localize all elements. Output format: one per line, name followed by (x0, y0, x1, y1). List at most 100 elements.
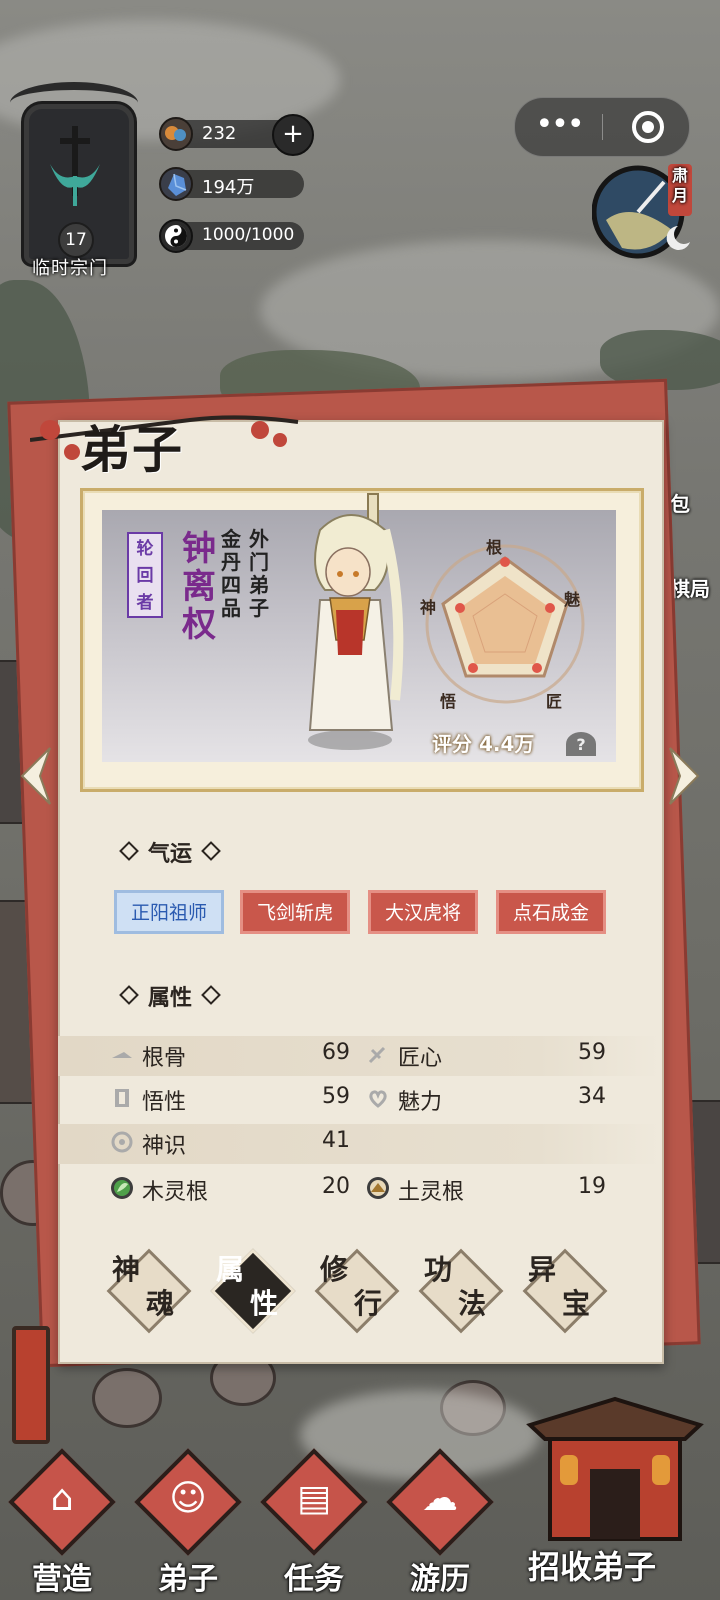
tab-label: 神 (112, 1253, 141, 1286)
luck-header-label: 气运 (148, 842, 193, 867)
gate-icon (526, 1396, 704, 1541)
disciple-name: 钟离权 (182, 529, 216, 645)
cloud-icon: ☁ (422, 1478, 458, 1519)
diamond-bullet-icon (119, 985, 139, 1005)
add-resource-button[interactable]: + (272, 114, 314, 156)
resource-qi-value: 1000/1000 (202, 225, 295, 245)
sect-level: 17 (58, 222, 94, 258)
attribute-earth-root: 土灵根 19 (366, 1174, 606, 1205)
resource-qi[interactable]: 1000/1000 (159, 219, 304, 253)
spirit-stone-icon (159, 167, 193, 201)
nav-disciples[interactable]: ☺ 弟子 (134, 1448, 242, 1597)
attribute-name: 根骨 (142, 1046, 187, 1071)
attribute-name: 神识 (142, 1134, 187, 1159)
nav-build[interactable]: ⌂ 营造 (8, 1448, 116, 1597)
nav-label: 弟子 (158, 1562, 218, 1597)
panel-title: 弟子 (80, 420, 184, 479)
tab-treasures[interactable]: 异宝 (522, 1248, 608, 1334)
nav-tasks[interactable]: ▤ 任务 (260, 1448, 368, 1597)
radar-label-spirit: 神 (420, 598, 437, 617)
next-disciple-arrow-icon[interactable] (666, 744, 704, 808)
radar-label-craft: 匠 (546, 692, 563, 711)
luck-tag[interactable]: 大汉虎将 (368, 890, 478, 934)
scroll-decoration (12, 1326, 50, 1444)
attribute-name: 悟性 (142, 1090, 187, 1115)
radar-label-insight: 悟 (440, 692, 457, 711)
tab-label: 宝 (562, 1287, 591, 1320)
nav-label: 游历 (410, 1562, 470, 1597)
disciple-portrait (308, 493, 404, 750)
attribute-name: 匠心 (398, 1046, 443, 1071)
earth-root-icon (367, 1177, 389, 1199)
attribute-value: 19 (578, 1174, 606, 1199)
resource-stone-value: 194万 (202, 177, 255, 198)
radar-label-charm: 魅 (564, 590, 581, 609)
attribute-wood-root: 木灵根 20 (110, 1174, 350, 1205)
nav-label: 营造 (32, 1562, 92, 1597)
attribute-value: 69 (322, 1040, 350, 1065)
attribute-craft: 匠心 59 (366, 1040, 606, 1071)
moon-label: 肃月 (672, 166, 689, 205)
sword-emblem-icon (50, 126, 100, 206)
craft-icon (368, 1046, 386, 1064)
attribute-charm: 魅力 34 (366, 1084, 606, 1115)
moon-dial[interactable]: 肃月 (591, 160, 696, 264)
attribute-name: 木灵根 (142, 1180, 209, 1205)
building-icon: ⌂ (50, 1478, 74, 1519)
attribute-value: 59 (578, 1040, 606, 1065)
attributes-header: 属性 (110, 980, 230, 1011)
radar-label-root: 根 (486, 538, 503, 557)
scroll-icon: ▤ (296, 1478, 331, 1519)
luck-tag[interactable]: 点石成金 (496, 890, 606, 934)
disciple-role: 外门弟子 (249, 527, 269, 620)
attribute-name: 土灵根 (398, 1180, 465, 1205)
reincarnator-tag: 轮回者 (127, 532, 163, 618)
yin-yang-icon (159, 219, 193, 253)
miniprogram-capsule: ••• (514, 97, 690, 157)
tab-label: 异 (528, 1253, 557, 1286)
book-icon (115, 1089, 129, 1107)
tab-label: 魂 (146, 1287, 175, 1320)
bone-icon (112, 1052, 132, 1058)
diamond-bullet-icon (201, 985, 221, 1005)
attribute-value: 34 (578, 1084, 606, 1109)
previous-disciple-arrow-icon[interactable] (16, 744, 54, 808)
luck-tag[interactable]: 飞剑斩虎 (240, 890, 350, 934)
disciple-score: 评分 4.4万 (432, 732, 535, 756)
disciple-icon: ☺ (169, 1478, 207, 1519)
tab-label: 性 (250, 1287, 279, 1320)
spirit-sense-icon (111, 1131, 133, 1153)
diamond-bullet-icon (201, 841, 221, 861)
nav-travel[interactable]: ☁ 游历 (386, 1448, 494, 1597)
charm-icon (369, 1090, 387, 1108)
help-button[interactable]: ? (566, 732, 596, 756)
resource-stone[interactable]: 194万 (159, 167, 304, 201)
tab-soul[interactable]: 神魂 (106, 1248, 192, 1334)
more-button[interactable]: ••• (533, 108, 585, 146)
luck-header: 气运 (110, 836, 230, 867)
tab-attributes[interactable]: 属性 (210, 1248, 296, 1334)
attribute-name: 魅力 (398, 1090, 443, 1115)
attribute-radar-chart (425, 544, 585, 704)
luck-tag[interactable]: 正阳祖师 (114, 890, 224, 934)
tab-label: 修 (320, 1253, 349, 1286)
attributes-header-label: 属性 (148, 986, 193, 1011)
tab-label: 法 (458, 1287, 487, 1320)
recruit-label: 招收弟子 (528, 1548, 657, 1586)
sect-badge[interactable]: 17 临时宗门 (10, 82, 140, 279)
close-miniprogram-icon[interactable] (629, 108, 667, 146)
resource-spirit-value: 232 (202, 123, 237, 144)
tab-label: 行 (354, 1287, 383, 1320)
attribute-root-bone: 根骨 69 (110, 1040, 350, 1071)
diamond-bullet-icon (119, 841, 139, 861)
tab-techniques[interactable]: 功法 (418, 1248, 504, 1334)
attribute-spirit-sense: 神识 41 (110, 1128, 350, 1159)
sect-name: 临时宗门 (32, 258, 108, 279)
capsule-separator (602, 114, 603, 140)
recruit-disciples-button[interactable]: 招收弟子 (520, 1395, 710, 1595)
attribute-insight: 悟性 59 (110, 1084, 350, 1115)
resource-spirit[interactable]: 232 + (159, 114, 314, 156)
nav-label: 任务 (284, 1562, 344, 1597)
disciple-rank: 金丹四品 (221, 527, 241, 620)
tab-cultivation[interactable]: 修行 (314, 1248, 400, 1334)
